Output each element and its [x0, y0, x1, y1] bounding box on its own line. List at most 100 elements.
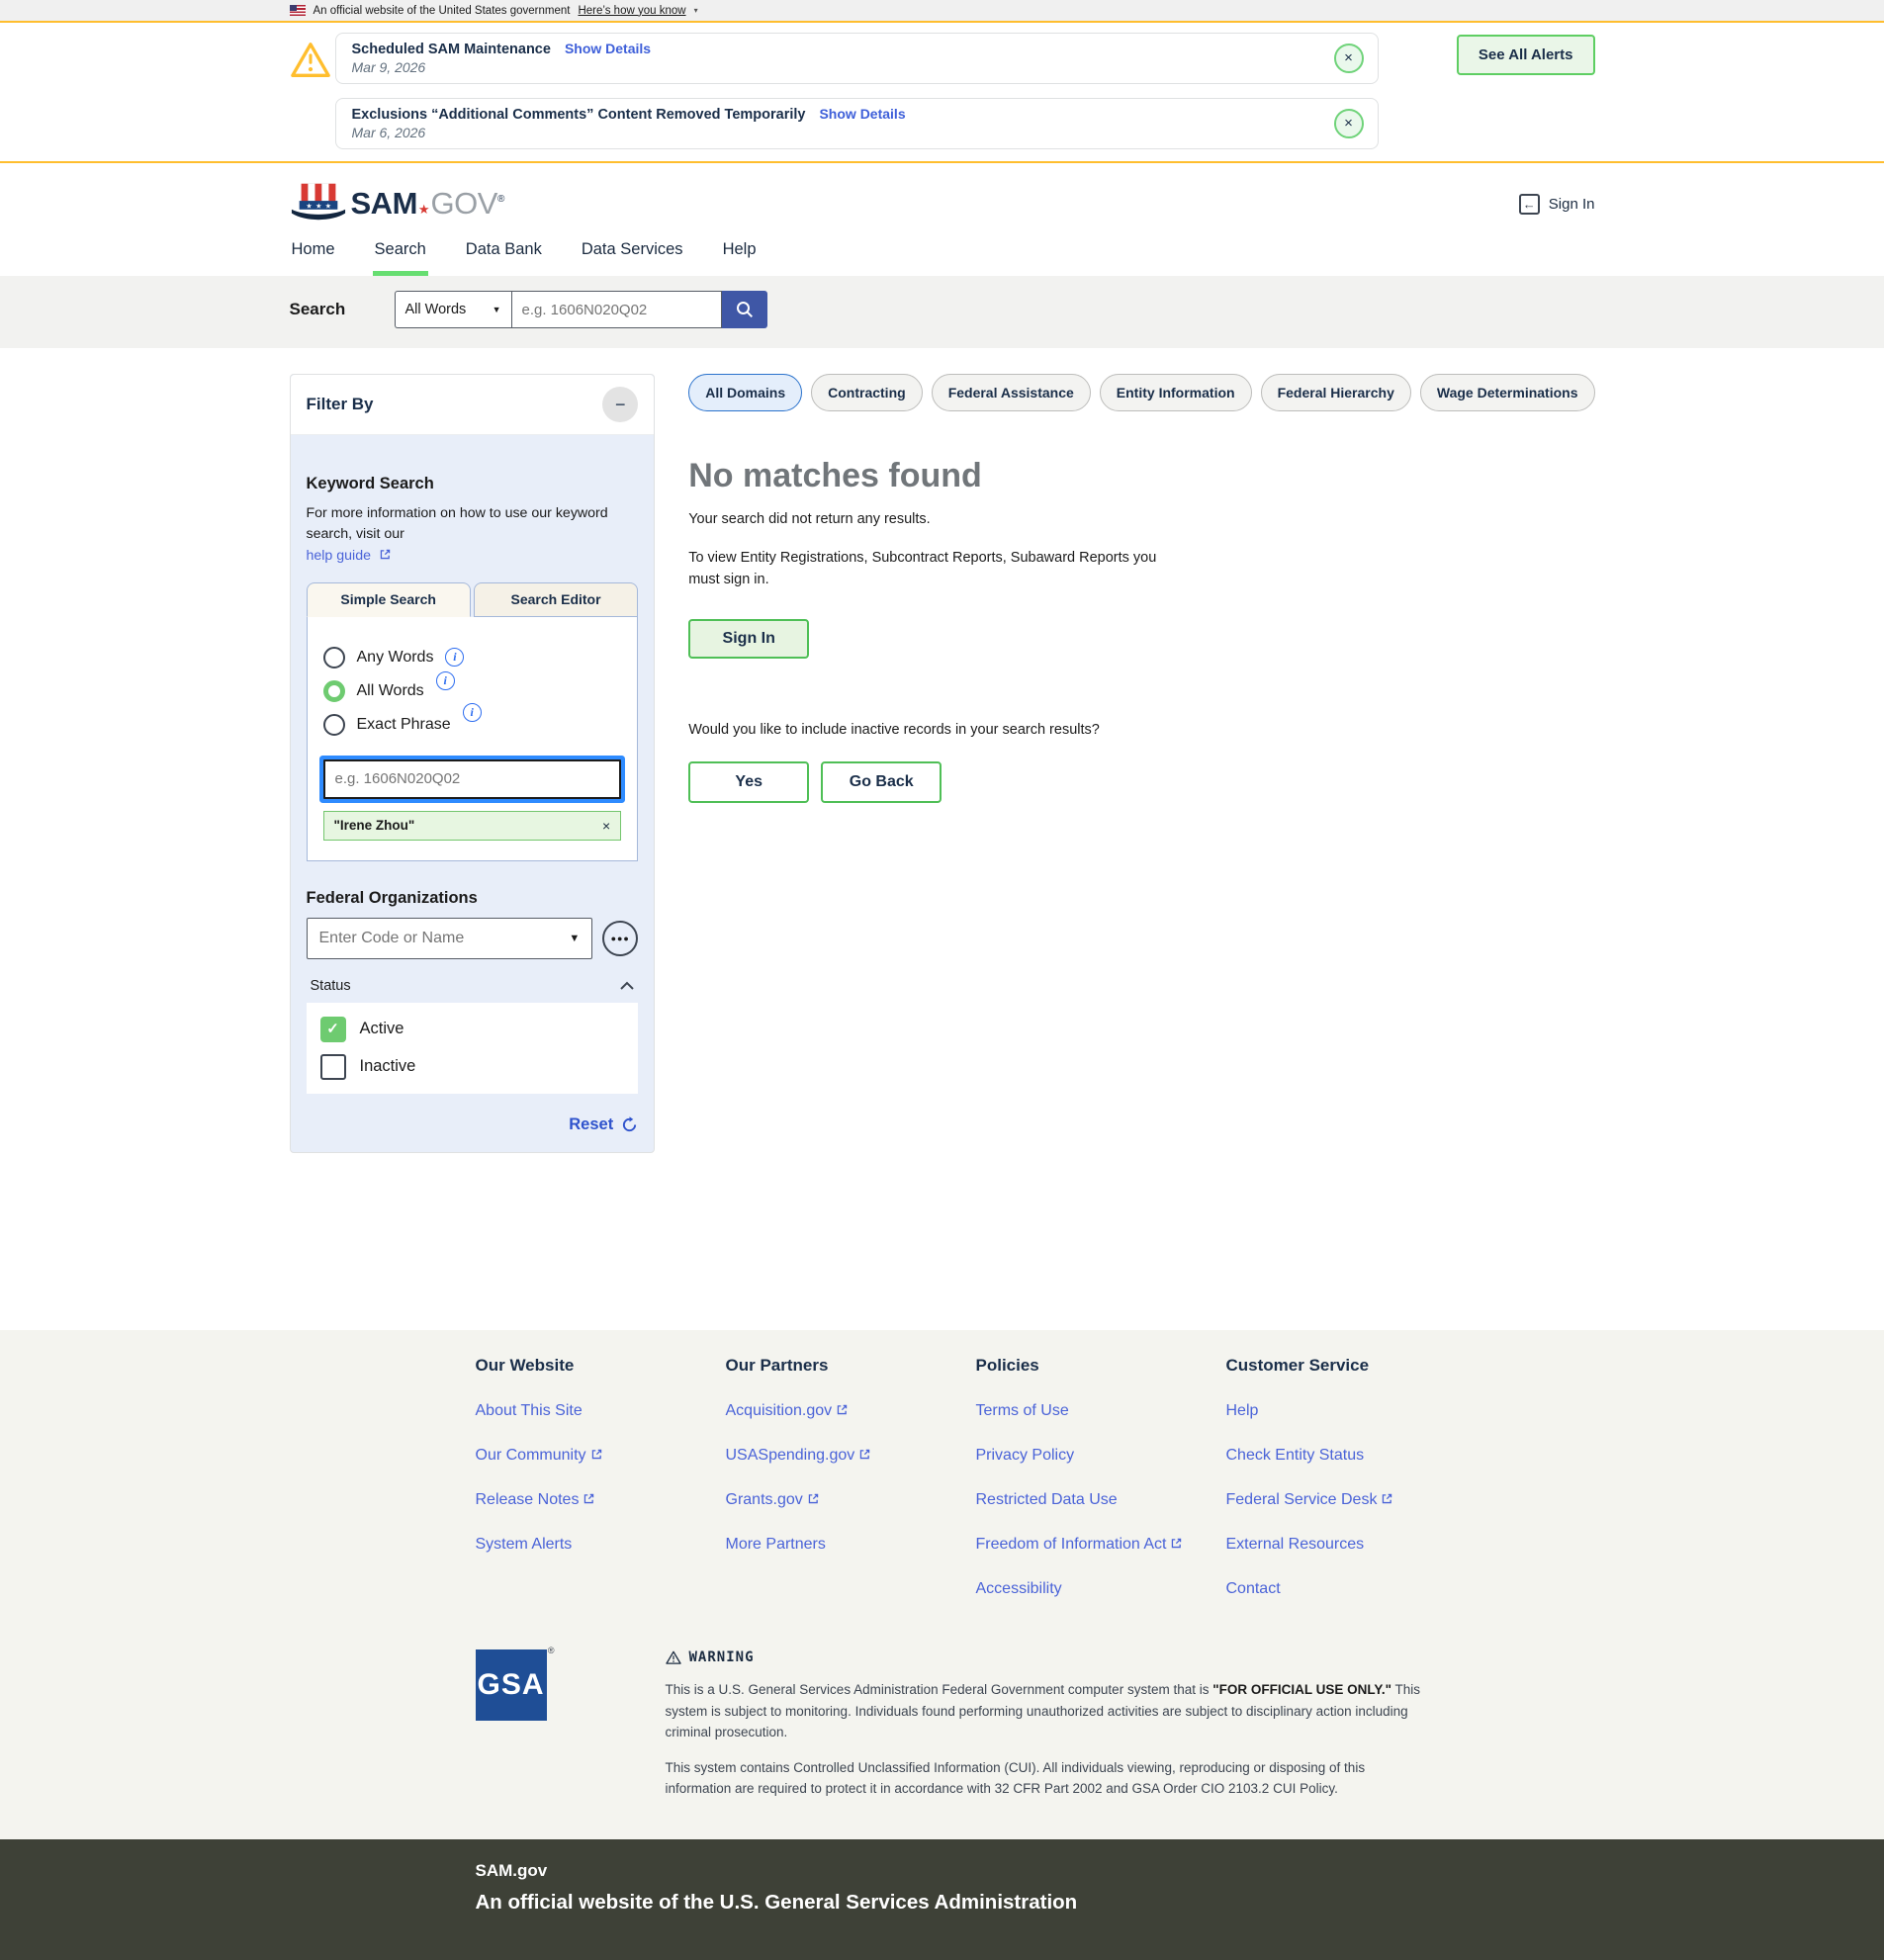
- footer-heading-policies: Policies: [976, 1356, 1226, 1376]
- footer: Our Website About This Site Our Communit…: [0, 1330, 1884, 1839]
- svg-text:★: ★: [315, 202, 321, 210]
- footer-link-our-community[interactable]: Our Community: [476, 1447, 586, 1464]
- status-option-inactive[interactable]: Inactive: [320, 1054, 625, 1080]
- nav-item-data-bank[interactable]: Data Bank: [464, 234, 544, 276]
- alert-date: Mar 9, 2026: [352, 59, 1318, 75]
- footer-link-contact[interactable]: Contact: [1226, 1580, 1281, 1597]
- samgov-logo[interactable]: ★ ★ ★ SAM ★ GOV ®: [290, 181, 505, 226]
- logo-star-icon: ★: [418, 202, 430, 218]
- nav-item-data-services[interactable]: Data Services: [580, 234, 685, 276]
- see-all-alerts-button[interactable]: See All Alerts: [1457, 35, 1595, 75]
- external-link-icon: [379, 546, 392, 567]
- footer-link-check-entity-status[interactable]: Check Entity Status: [1226, 1447, 1365, 1464]
- refresh-icon: [621, 1116, 638, 1133]
- domain-tab-federal-assistance[interactable]: Federal Assistance: [932, 374, 1091, 411]
- uncle-sam-hat-icon: ★ ★ ★: [290, 181, 347, 226]
- chevron-down-icon: ▼: [493, 305, 501, 314]
- site-header: ★ ★ ★ SAM ★ GOV ® ← Sign In: [0, 163, 1884, 234]
- footer-link-more-partners[interactable]: More Partners: [726, 1536, 826, 1553]
- keyword-chip-label: "Irene Zhou": [334, 818, 415, 833]
- sign-in-note: To view Entity Registrations, Subcontrac…: [688, 547, 1188, 591]
- footer-link-system-alerts[interactable]: System Alerts: [476, 1536, 573, 1553]
- checkbox-checked-icon[interactable]: ✓: [320, 1017, 346, 1042]
- footer-link-about-this-site[interactable]: About This Site: [476, 1402, 583, 1419]
- status-label: Status: [311, 978, 351, 994]
- federal-organizations-select[interactable]: Enter Code or Name ▼: [307, 918, 593, 959]
- inactive-records-question: Would you like to include inactive recor…: [688, 722, 1594, 738]
- footer-link-acquisition-gov[interactable]: Acquisition.gov: [726, 1402, 833, 1419]
- keyword-help-text: For more information on how to use our k…: [307, 505, 608, 542]
- close-icon[interactable]: ×: [1334, 109, 1364, 138]
- sign-in-button[interactable]: Sign In: [688, 619, 809, 659]
- radio-exact-phrase[interactable]: [323, 714, 345, 736]
- alert-date: Mar 6, 2026: [352, 125, 1318, 140]
- domain-tab-federal-hierarchy[interactable]: Federal Hierarchy: [1261, 374, 1411, 411]
- sign-in-label: Sign In: [1549, 196, 1595, 213]
- external-link-icon: [1170, 1536, 1183, 1554]
- help-guide-link[interactable]: help guide: [307, 548, 371, 564]
- nav-item-search[interactable]: Search: [373, 234, 428, 276]
- checkbox-unchecked-icon[interactable]: [320, 1054, 346, 1080]
- radio-any-words[interactable]: [323, 647, 345, 668]
- yes-button[interactable]: Yes: [688, 761, 809, 803]
- external-link-icon: [807, 1491, 820, 1509]
- reset-filters[interactable]: Reset: [307, 1115, 639, 1134]
- footer-link-foia[interactable]: Freedom of Information Act: [976, 1536, 1167, 1553]
- radio-label[interactable]: All Words: [357, 682, 424, 700]
- sign-in-link[interactable]: ← Sign In: [1519, 194, 1595, 215]
- gov-banner-text: An official website of the United States…: [314, 5, 571, 17]
- keyword-search-heading: Keyword Search: [307, 475, 639, 493]
- footer-link-federal-service-desk[interactable]: Federal Service Desk: [1226, 1491, 1378, 1508]
- external-link-icon: [858, 1447, 871, 1465]
- remove-chip-icon[interactable]: ×: [602, 818, 610, 834]
- domain-tab-entity-information[interactable]: Entity Information: [1100, 374, 1252, 411]
- status-option-active[interactable]: ✓ Active: [320, 1017, 625, 1042]
- footer-link-usaspending-gov[interactable]: USASpending.gov: [726, 1447, 855, 1464]
- info-icon[interactable]: i: [463, 703, 482, 722]
- info-icon[interactable]: i: [445, 648, 464, 667]
- radio-label[interactable]: Exact Phrase: [357, 716, 451, 734]
- keyword-input[interactable]: [323, 759, 622, 799]
- chevron-up-icon[interactable]: [620, 977, 634, 995]
- footer-link-grants-gov[interactable]: Grants.gov: [726, 1491, 803, 1508]
- warning-triangle-icon: [666, 1650, 681, 1664]
- bottom-bar-title: SAM.gov: [476, 1861, 1595, 1881]
- how-you-know-link[interactable]: Here’s how you know: [578, 5, 685, 17]
- radio-label[interactable]: Any Words: [357, 649, 434, 667]
- gsa-logo: GSA: [476, 1649, 547, 1721]
- footer-link-restricted-data-use[interactable]: Restricted Data Use: [976, 1491, 1118, 1508]
- info-icon[interactable]: i: [436, 671, 455, 690]
- footer-link-terms-of-use[interactable]: Terms of Use: [976, 1402, 1069, 1419]
- close-icon[interactable]: ×: [1334, 44, 1364, 73]
- footer-link-external-resources[interactable]: External Resources: [1226, 1536, 1365, 1553]
- collapse-filters-button[interactable]: −: [602, 387, 638, 422]
- external-link-icon: [590, 1447, 603, 1465]
- nav-item-home[interactable]: Home: [290, 234, 337, 276]
- warning-title: WARNING: [689, 1649, 755, 1665]
- search-button[interactable]: [722, 291, 767, 328]
- nav-item-help[interactable]: Help: [721, 234, 759, 276]
- footer-link-accessibility[interactable]: Accessibility: [976, 1580, 1062, 1597]
- go-back-button[interactable]: Go Back: [821, 761, 942, 803]
- footer-link-help[interactable]: Help: [1226, 1402, 1259, 1419]
- alert-show-details-link[interactable]: Show Details: [565, 41, 651, 56]
- search-mode-select[interactable]: All Words ▼: [395, 291, 511, 328]
- external-link-icon: [583, 1491, 595, 1509]
- warning-triangle-icon: [290, 33, 335, 149]
- radio-all-words[interactable]: [323, 680, 345, 702]
- domain-tab-wage-determinations[interactable]: Wage Determinations: [1420, 374, 1595, 411]
- domain-tab-all-domains[interactable]: All Domains: [688, 374, 802, 411]
- footer-link-privacy-policy[interactable]: Privacy Policy: [976, 1447, 1075, 1464]
- alert-card: Scheduled SAM Maintenance Show Details M…: [335, 33, 1379, 84]
- registered-mark: ®: [548, 1646, 555, 1655]
- tab-simple-search[interactable]: Simple Search: [307, 582, 471, 617]
- search-icon: [735, 300, 755, 319]
- org-more-options-button[interactable]: ●●●: [602, 921, 638, 956]
- logo-gov-text: GOV: [431, 186, 497, 222]
- alert-show-details-link[interactable]: Show Details: [819, 106, 905, 122]
- simple-search-panel: Any Words i All Words i Exact Phrase i: [307, 617, 639, 861]
- footer-link-release-notes[interactable]: Release Notes: [476, 1491, 580, 1508]
- domain-tab-contracting[interactable]: Contracting: [811, 374, 923, 411]
- search-input[interactable]: [511, 291, 722, 328]
- tab-search-editor[interactable]: Search Editor: [474, 582, 638, 617]
